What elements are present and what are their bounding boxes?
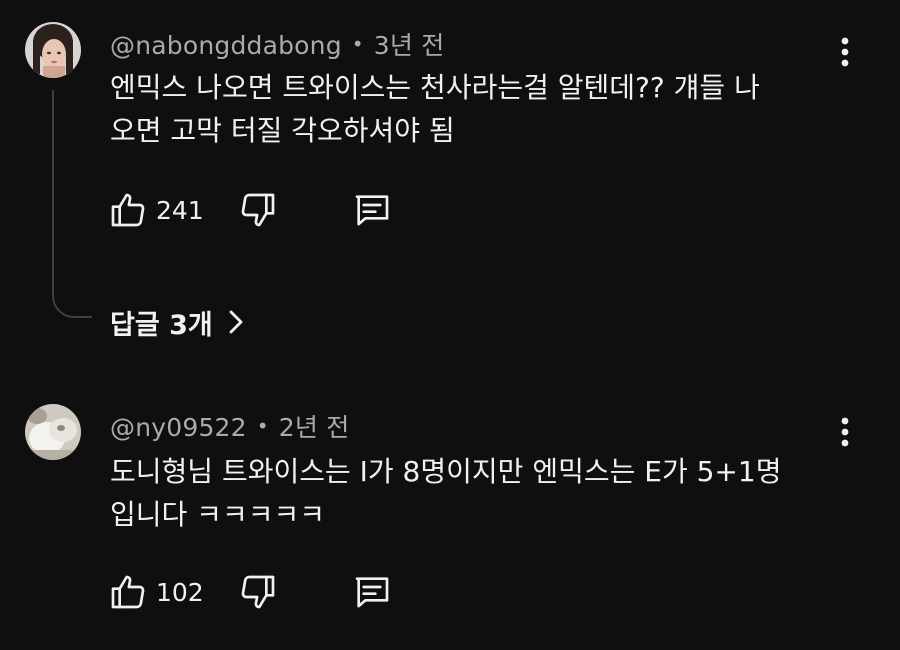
- like-button[interactable]: 102: [108, 570, 204, 614]
- comment-meta: @nabongddabong • 3년 전: [110, 26, 444, 62]
- comment-text-line: 입니다 ㅋㅋㅋㅋㅋ: [110, 498, 325, 531]
- comment-text: 엔믹스 나오면 트와이스는 천사라는걸 알텐데?? 걔들 나 오면 고막 터질 …: [110, 66, 760, 152]
- comment-text-line: 엔믹스 나오면 트와이스는 천사라는걸 알텐데?? 걔들 나: [110, 71, 760, 104]
- thumbs-up-icon: [111, 575, 145, 609]
- reply-button[interactable]: [352, 570, 392, 614]
- reply-button[interactable]: [352, 188, 392, 232]
- thread-connector-line: [52, 90, 92, 318]
- thumbs-down-icon: [241, 193, 275, 227]
- replies-label: 답글 3개: [110, 309, 213, 341]
- more-vert-icon: [841, 37, 849, 67]
- comment-time: 3년 전: [373, 31, 445, 60]
- thumbs-down-icon: [241, 575, 275, 609]
- meta-separator: •: [351, 32, 364, 56]
- chevron-right-icon: [229, 310, 243, 334]
- avatar[interactable]: [25, 22, 81, 78]
- author-name[interactable]: @nabongddabong: [110, 31, 342, 60]
- like-count: 241: [156, 195, 204, 225]
- thumbs-up-icon: [111, 193, 145, 227]
- avatar[interactable]: [25, 404, 81, 460]
- more-vert-icon: [841, 417, 849, 447]
- comment-meta: @ny09522 • 2년 전: [110, 408, 349, 444]
- comment-text: 도니형님 트와이스는 I가 8명이지만 엔믹스는 E가 5+1명 입니다 ㅋㅋㅋ…: [110, 450, 781, 536]
- comment-reply-icon: [355, 577, 389, 608]
- more-options-button[interactable]: [830, 32, 860, 72]
- comment-time: 2년 전: [278, 413, 350, 442]
- more-options-button[interactable]: [830, 412, 860, 452]
- author-name[interactable]: @ny09522: [110, 413, 247, 442]
- like-button[interactable]: 241: [108, 188, 204, 232]
- like-count: 102: [156, 577, 204, 607]
- comment-text-line: 도니형님 트와이스는 I가 8명이지만 엔믹스는 E가 5+1명: [110, 455, 782, 488]
- dislike-button[interactable]: [238, 188, 278, 232]
- comment-reply-icon: [355, 195, 389, 226]
- comment-text-line: 오면 고막 터질 각오하셔야 됨: [110, 114, 455, 147]
- view-replies-button[interactable]: 답글 3개: [110, 302, 245, 342]
- dislike-button[interactable]: [238, 570, 278, 614]
- meta-separator: •: [256, 414, 269, 438]
